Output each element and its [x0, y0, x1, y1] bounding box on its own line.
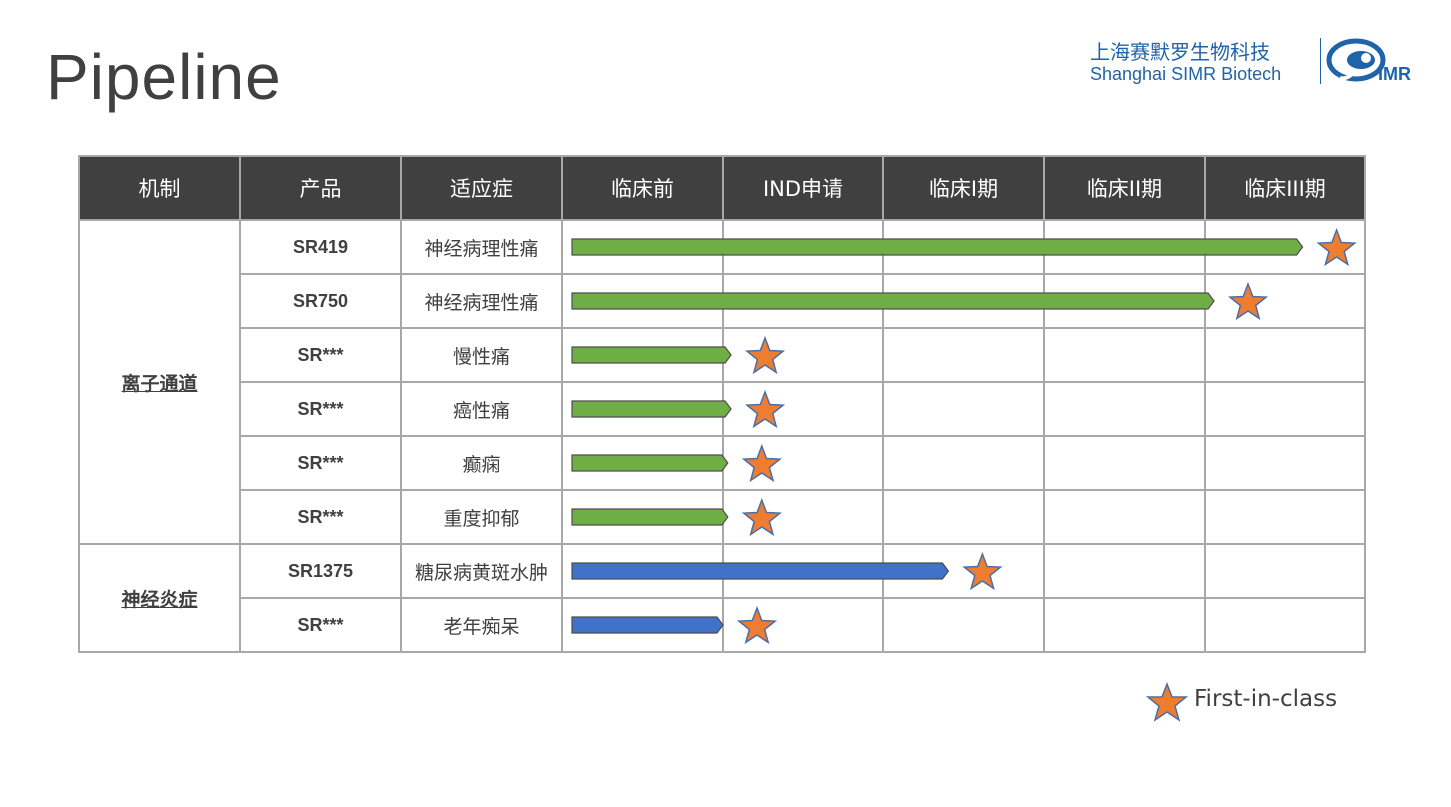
- header-indication: 适应症: [400, 155, 563, 221]
- product-cell: SR419: [239, 219, 402, 275]
- logo-company-cn: 上海赛默罗生物科技: [1090, 40, 1270, 64]
- header-preclinical: 临床前: [561, 155, 724, 221]
- table-row: 离子通道 SR419 神经病理性痛: [78, 219, 1366, 545]
- table-row: SR*** 重度抑郁: [79, 489, 1366, 545]
- table-header-row: 机制 产品 适应症 临床前 IND申请 临床I期 临床II期 临床III期: [78, 155, 1366, 221]
- table-row: SR*** 癫痫: [79, 435, 1366, 491]
- indication-cell: 糖尿病黄斑水肿: [400, 543, 563, 599]
- indication-cell: 老年痴呆: [400, 597, 563, 653]
- table-row: 神经炎症 SR1375 糖尿病黄斑水肿: [78, 543, 1366, 653]
- product-cell: SR***: [239, 381, 402, 437]
- table-row: SR*** 慢性痛: [79, 327, 1366, 383]
- pipeline-table: 机制 产品 适应症 临床前 IND申请 临床I期 临床II期 临床III期 离子…: [78, 155, 1366, 653]
- table-row: SR750 神经病理性痛: [79, 273, 1366, 329]
- mechanism-neuroinflammation: 神经炎症: [78, 543, 241, 653]
- indication-cell: 神经病理性痛: [400, 273, 563, 329]
- header-ind-application: IND申请: [722, 155, 884, 221]
- table-row: SR*** 癌性痛: [79, 381, 1366, 437]
- header-phase-2: 临床II期: [1043, 155, 1206, 221]
- product-cell: SR1375: [239, 543, 402, 599]
- product-cell: SR***: [239, 489, 402, 545]
- logo-mark-text: IMR: [1378, 64, 1411, 84]
- header-product: 产品: [239, 155, 402, 221]
- page-title: Pipeline: [46, 41, 282, 113]
- logo-separator: [1320, 38, 1321, 84]
- mechanism-ion-channel: 离子通道: [78, 219, 241, 545]
- simr-logo-mark: IMR: [1326, 38, 1411, 84]
- product-cell: SR***: [239, 327, 402, 383]
- header-phase-3: 临床III期: [1204, 155, 1366, 221]
- indication-cell: 癫痫: [400, 435, 563, 491]
- company-logo: 上海赛默罗生物科技 Shanghai SIMR Biotech IMR: [1090, 36, 1420, 88]
- indication-cell: 慢性痛: [400, 327, 563, 383]
- indication-cell: 重度抑郁: [400, 489, 563, 545]
- header-mechanism: 机制: [78, 155, 241, 221]
- product-cell: SR***: [239, 597, 402, 653]
- product-cell: SR***: [239, 435, 402, 491]
- indication-cell: 癌性痛: [400, 381, 563, 437]
- logo-company-en: Shanghai SIMR Biotech: [1090, 64, 1282, 84]
- star-icon: [1146, 682, 1188, 722]
- table-row: SR*** 老年痴呆: [79, 597, 1366, 653]
- legend-label: First-in-class: [1194, 686, 1338, 712]
- indication-cell: 神经病理性痛: [400, 219, 563, 275]
- product-cell: SR750: [239, 273, 402, 329]
- header-phase-1: 临床I期: [882, 155, 1045, 221]
